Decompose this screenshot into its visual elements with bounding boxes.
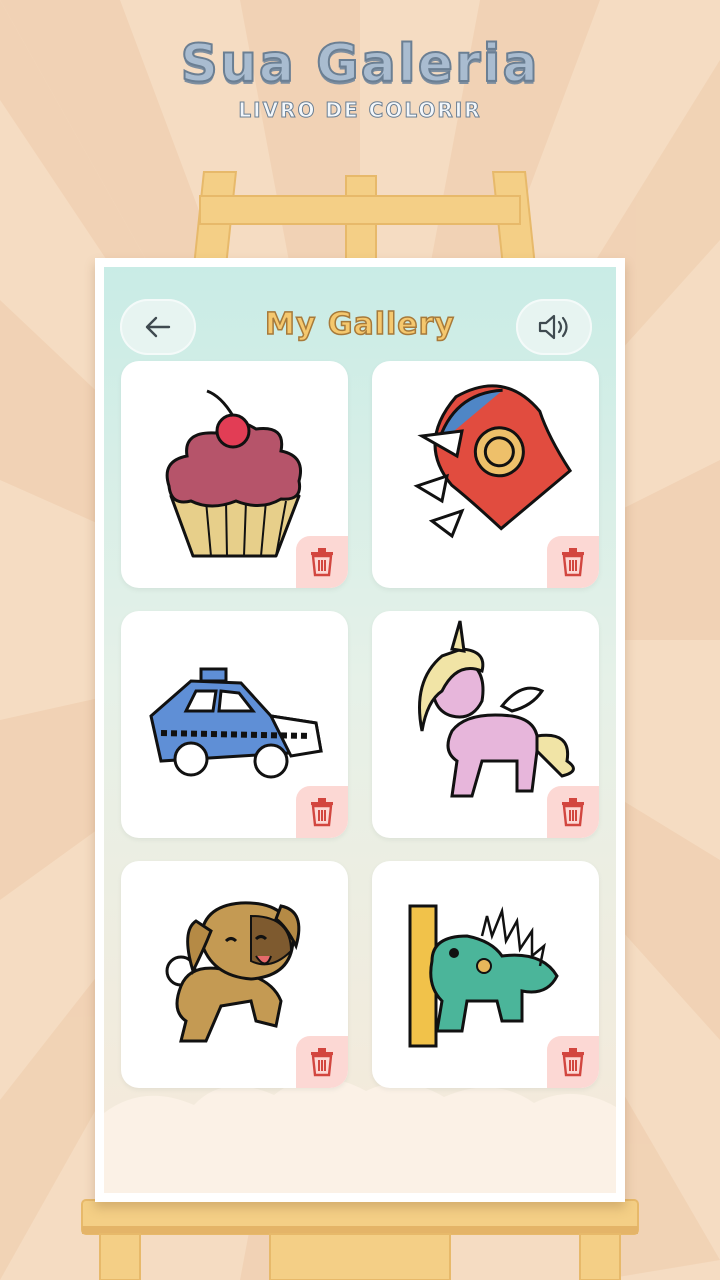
gallery-item-unicorn[interactable] [372,611,599,838]
easel-board: My Gallery [95,258,625,1202]
trash-icon [562,798,584,827]
top-bar: My Gallery [104,299,616,361]
app-header: Sua Galeria LIVRO DE COLORIR [0,33,720,123]
trash-icon [311,548,333,577]
trash-icon [562,548,584,577]
gallery-item-rocket[interactable] [372,361,599,588]
delete-button[interactable] [296,536,348,588]
delete-button[interactable] [547,1036,599,1088]
speaker-icon [538,314,568,340]
trash-icon [562,1048,584,1077]
delete-button[interactable] [296,1036,348,1088]
delete-button[interactable] [547,536,599,588]
gallery-item-police-car[interactable] [121,611,348,838]
gallery-item-puppy[interactable] [121,861,348,1088]
gallery-item-iguana[interactable] [372,861,599,1088]
delete-button[interactable] [547,786,599,838]
sound-button[interactable] [516,299,592,355]
delete-button[interactable] [296,786,348,838]
gallery-panel: My Gallery [104,267,616,1193]
trash-icon [311,1048,333,1077]
trash-icon [311,798,333,827]
header-subtitle: LIVRO DE COLORIR [238,98,482,123]
header-title: Sua Galeria [179,33,540,95]
gallery-item-cupcake[interactable] [121,361,348,588]
